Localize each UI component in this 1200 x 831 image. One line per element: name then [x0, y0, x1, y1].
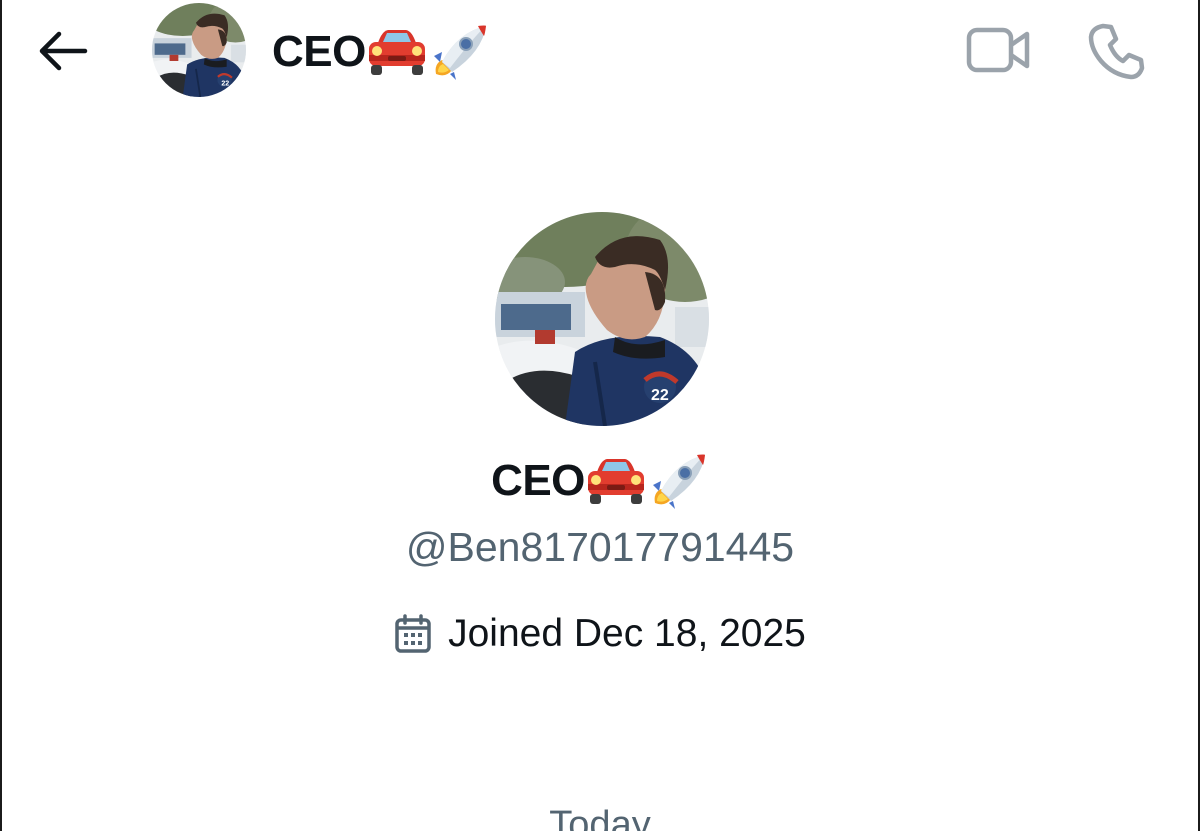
car-emoji [587, 459, 644, 504]
header-name-text: CEO [272, 27, 366, 76]
profile-photo: 22 [152, 3, 246, 97]
back-button[interactable] [30, 24, 96, 78]
header-avatar[interactable]: 22 [152, 3, 246, 97]
joined-text: Joined Dec 18, 2025 [448, 612, 806, 655]
phone-icon [1088, 23, 1145, 80]
voice-call-button[interactable] [1082, 18, 1152, 84]
profile-name-text: CEO [491, 456, 585, 505]
arrow-left-icon [39, 31, 88, 71]
dm-conversation-screen: 22 CEO 22 CEO @Ben817017791445 Joined De… [0, 0, 1200, 831]
svg-text:22: 22 [651, 387, 669, 404]
rocket-emoji [433, 25, 486, 80]
profile-handle: @Ben817017791445 [405, 524, 795, 570]
profile-name: CEO [2, 448, 1198, 514]
profile-photo: 22 [495, 212, 709, 426]
video-camera-icon [966, 27, 1030, 73]
date-divider: Today [549, 804, 651, 831]
rocket-emoji [652, 454, 705, 509]
profile-avatar[interactable]: 22 [495, 212, 709, 426]
svg-text:22: 22 [221, 81, 229, 88]
header-title[interactable]: CEO [272, 22, 490, 82]
video-call-button[interactable] [962, 22, 1034, 78]
conversation-header: 22 CEO [2, 0, 1198, 104]
joined-date: Joined Dec 18, 2025 [2, 606, 1198, 662]
car-emoji [368, 30, 425, 75]
calendar-icon [395, 614, 431, 653]
